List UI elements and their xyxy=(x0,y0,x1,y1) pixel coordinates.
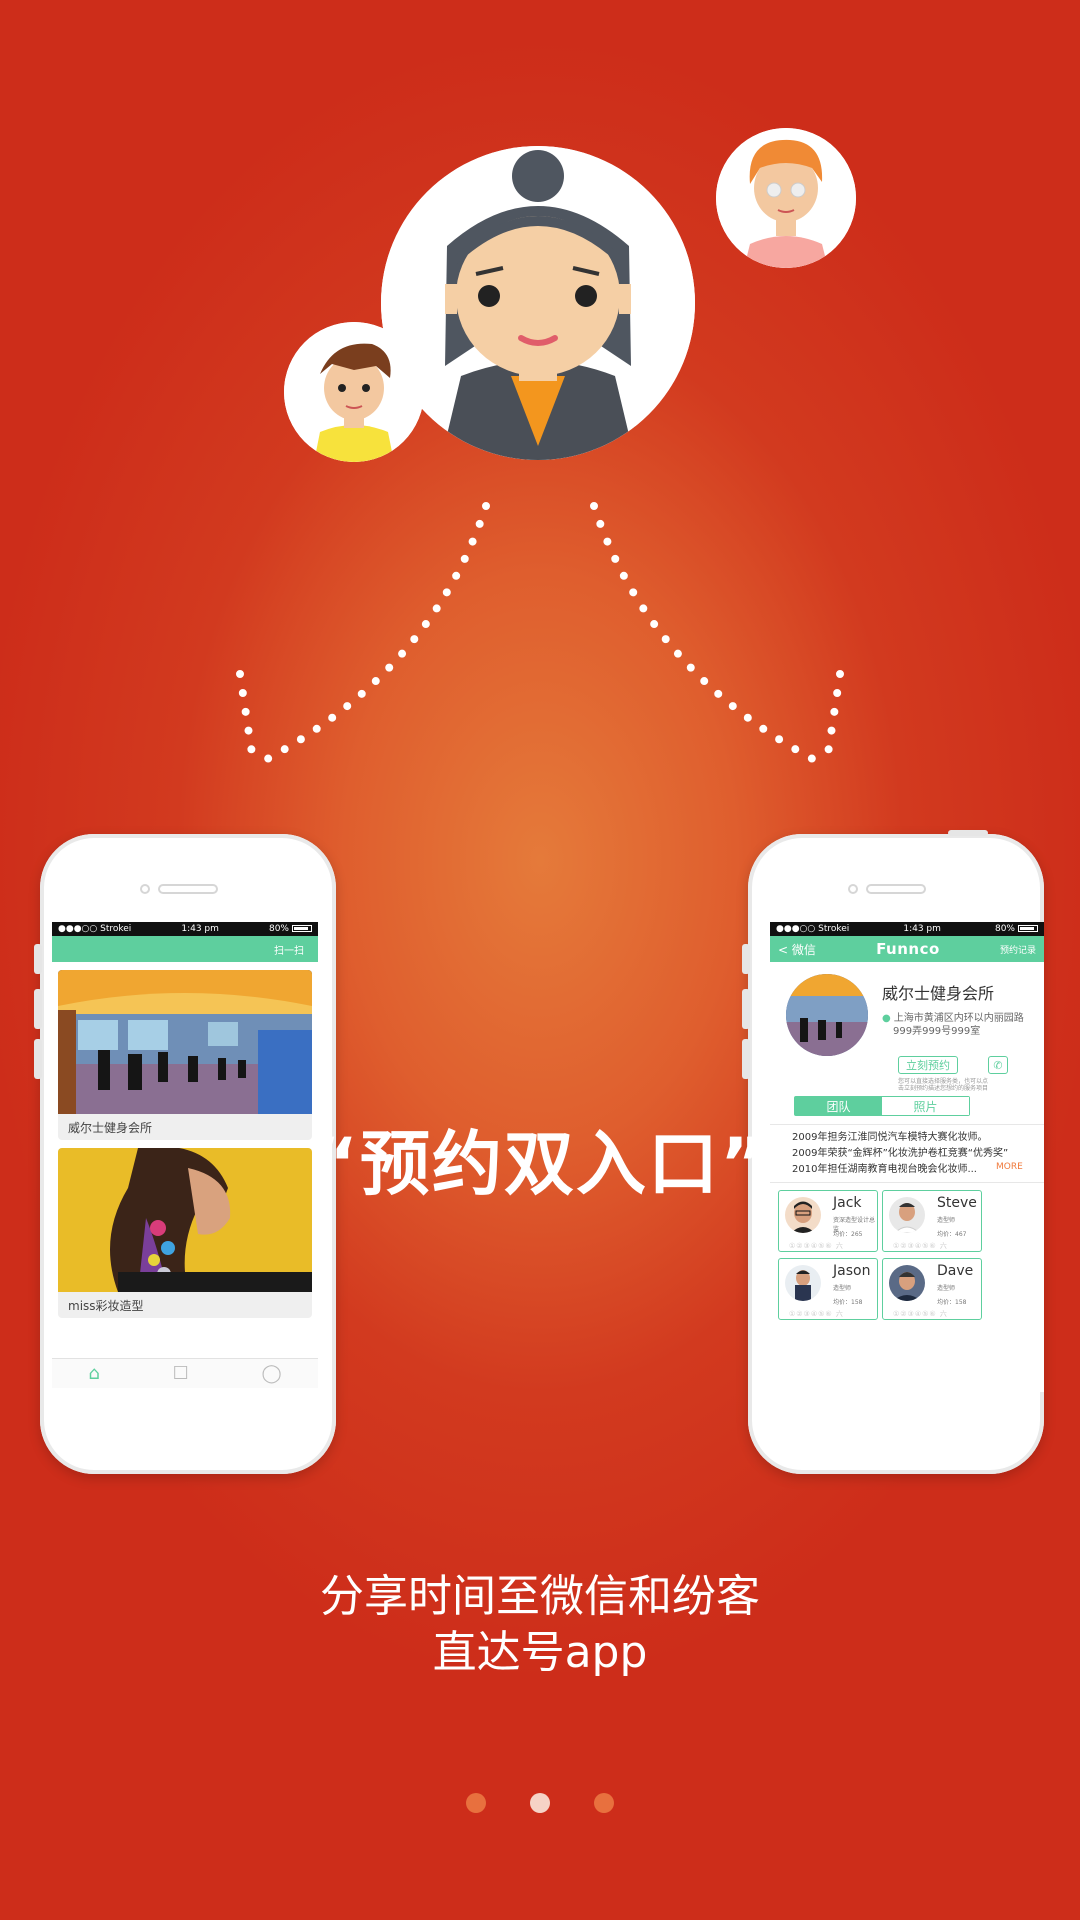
status-bar: ●●●○○ Strokei 1:43 pm 80% xyxy=(770,922,1044,936)
page-dot-1[interactable] xyxy=(466,1793,486,1813)
rating-icons: ①②③④⑤⑥ 六 xyxy=(893,1310,948,1318)
book-now-button[interactable]: 立刻预约 xyxy=(898,1056,958,1074)
member-price: 均价：158 xyxy=(937,1299,967,1306)
avatar xyxy=(889,1265,925,1301)
page-indicator xyxy=(0,1793,1080,1813)
member-price: 均价：467 xyxy=(937,1231,967,1238)
back-button[interactable]: < 微信 xyxy=(778,941,816,958)
member-price: 均价：265 xyxy=(833,1231,863,1238)
rating-icons: ①②③④⑤⑥ 六 xyxy=(893,1242,948,1250)
gym-photo xyxy=(58,970,312,1114)
venue-header: 威尔士健身会所 ● 上海市黄浦区内环以内丽园路 999弄999号999室 立刻预约… xyxy=(770,962,1044,1102)
member-role: 造型师 xyxy=(833,1285,852,1292)
battery-icon xyxy=(1017,925,1038,932)
app-nav-bar: < 微信 Funnco 预约记录 xyxy=(770,936,1044,962)
right-small-avatar-illustration xyxy=(716,128,856,268)
member-role: 造型师 xyxy=(937,1217,956,1224)
chat-icon[interactable]: ☐ xyxy=(173,1363,189,1384)
member-card[interactable]: Jason 造型师 均价：158 ①②③④⑤⑥ 六 xyxy=(778,1258,878,1320)
scan-button[interactable]: 扫一扫 xyxy=(274,942,304,957)
home-icon[interactable]: ⌂ xyxy=(88,1363,99,1384)
left-small-avatar-illustration xyxy=(284,322,424,462)
member-name: Dave xyxy=(937,1263,974,1279)
venue-name: 威尔士健身会所 xyxy=(882,984,995,1003)
card-caption: miss彩妆造型 xyxy=(68,1298,144,1313)
member-price: 均价：158 xyxy=(833,1299,863,1306)
rating-icons: ①②③④⑤⑥ 六 xyxy=(789,1242,844,1250)
rating-icons: ①②③④⑤⑥ 六 xyxy=(789,1310,844,1318)
carrier-text: ●●●○○ Strokei xyxy=(776,924,850,934)
nav-title: Funnco xyxy=(876,940,940,958)
battery-icon xyxy=(291,925,312,932)
avatar xyxy=(785,1265,821,1301)
dotted-arrow-right xyxy=(580,496,850,782)
page-dot-2[interactable] xyxy=(530,1793,550,1813)
main-avatar-illustration xyxy=(381,146,695,460)
time-text: 1:43 pm xyxy=(181,924,219,934)
subtitle-line-1: 分享时间至微信和纷客 xyxy=(320,1571,760,1622)
subtitle-line-2: 直达号app xyxy=(432,1627,648,1678)
location-pin-icon: ● xyxy=(882,1013,891,1024)
carrier-text: ●●●○○ Strokei xyxy=(58,924,132,934)
dotted-arrow-left xyxy=(230,496,500,782)
battery-text: 80% xyxy=(268,924,289,934)
venue-logo xyxy=(786,974,868,1056)
member-card[interactable]: Dave 造型师 均价：158 ①②③④⑤⑥ 六 xyxy=(882,1258,982,1320)
member-name: Jason xyxy=(833,1263,871,1279)
app-nav-bar: 扫一扫 xyxy=(52,936,318,962)
headline: “预约双入口” xyxy=(311,1123,768,1205)
time-text: 1:43 pm xyxy=(903,924,941,934)
venue-address: ● 上海市黄浦区内环以内丽园路 999弄999号999室 xyxy=(882,1013,1024,1037)
page-dot-3[interactable] xyxy=(594,1793,614,1813)
booking-hint: 您可以直接选择服务类，也可以点 击立刻预约描述您想约的服务项目 xyxy=(898,1078,989,1092)
member-role: 造型师 xyxy=(937,1285,956,1292)
tab-bar: ⌂ ☐ ◯ xyxy=(52,1358,318,1388)
phone-call-icon[interactable]: ✆ xyxy=(988,1056,1008,1074)
profile-icon[interactable]: ◯ xyxy=(261,1363,281,1384)
booking-records-link[interactable]: 预约记录 xyxy=(1000,943,1036,956)
battery-text: 80% xyxy=(994,924,1015,934)
status-bar: ●●●○○ Strokei 1:43 pm 80% xyxy=(52,922,318,936)
